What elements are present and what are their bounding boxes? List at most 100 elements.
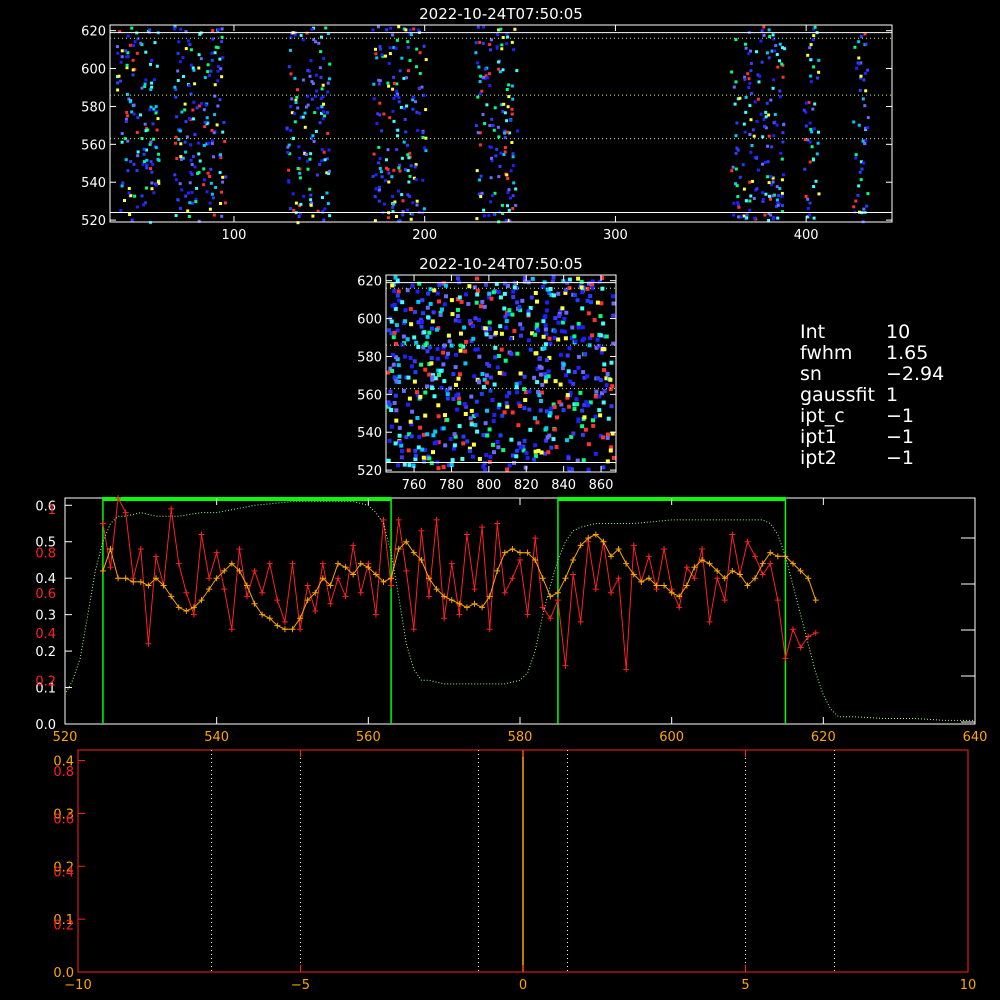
image-pixel <box>318 121 322 125</box>
image-pixel <box>442 302 447 307</box>
image-pixel <box>753 216 757 220</box>
image-pixel <box>748 208 752 212</box>
image-pixel <box>750 144 754 147</box>
data-point-marker <box>175 604 182 611</box>
image-pixel <box>397 425 402 430</box>
image-pixel <box>132 44 136 48</box>
image-pixel <box>511 152 515 156</box>
image-pixel <box>309 59 313 63</box>
image-pixel <box>130 218 134 222</box>
image-pixel <box>523 398 528 402</box>
image-pixel <box>392 119 396 123</box>
image-pixel <box>412 335 417 340</box>
image-pixel <box>544 358 549 363</box>
image-pixel <box>310 27 314 31</box>
image-pixel <box>403 168 407 172</box>
image-pixel <box>186 209 190 213</box>
image-pixel <box>193 133 197 136</box>
image-pixel <box>454 382 458 387</box>
image-pixel <box>149 167 152 171</box>
image-pixel <box>413 310 417 315</box>
image-pixel <box>408 174 412 178</box>
image-pixel <box>378 47 382 51</box>
image-pixel <box>862 207 866 211</box>
image-pixel <box>770 145 774 149</box>
image-pixel <box>144 129 148 133</box>
image-pixel <box>216 28 220 32</box>
image-pixel <box>405 104 409 108</box>
image-pixel <box>424 108 428 112</box>
image-pixel <box>432 288 437 293</box>
data-point-marker <box>213 549 220 556</box>
image-pixel <box>156 180 160 184</box>
image-pixel <box>143 122 147 126</box>
image-pixel <box>547 433 552 438</box>
image-pixel <box>488 334 493 339</box>
image-pixel <box>775 198 779 202</box>
image-pixel <box>809 74 813 78</box>
x-tick-label: 10 <box>960 978 977 993</box>
x-tick-label: 860 <box>589 478 614 493</box>
image-pixel <box>543 327 548 332</box>
image-pixel <box>528 347 533 352</box>
image-pixel <box>422 330 427 335</box>
image-pixel <box>149 160 153 164</box>
image-pixel <box>751 128 755 132</box>
image-pixel <box>806 206 810 210</box>
image-pixel <box>208 74 211 77</box>
image-pixel <box>415 47 419 51</box>
image-pixel <box>145 166 149 170</box>
image-pixel <box>730 169 734 173</box>
image-pixel <box>556 320 561 325</box>
image-pixel <box>452 443 457 448</box>
image-pixel <box>804 124 808 128</box>
image-pixel <box>402 462 407 467</box>
image-pixel <box>514 187 518 191</box>
image-pixel <box>431 310 436 315</box>
image-pixel <box>395 215 398 218</box>
image-pixel <box>392 168 396 172</box>
data-point-marker <box>304 582 311 589</box>
y-tick-label: 540 <box>81 176 106 191</box>
image-pixel <box>392 330 397 335</box>
image-pixel <box>504 325 509 330</box>
image-pixel <box>574 397 579 402</box>
image-pixel <box>416 345 421 349</box>
image-pixel <box>769 213 773 217</box>
y-tick-label-red: 0.6 <box>35 587 56 602</box>
image-pixel <box>749 194 753 198</box>
image-pixel <box>380 53 384 57</box>
image-pixel <box>210 58 214 62</box>
image-pixel <box>129 194 133 198</box>
image-pixel <box>412 95 415 99</box>
data-point-marker <box>183 589 190 596</box>
image-pixel <box>601 347 605 352</box>
image-pixel <box>145 186 148 190</box>
info-row-ipt1: ipt1 −1 <box>800 426 915 448</box>
image-pixel <box>609 360 614 365</box>
image-pixel <box>392 75 396 79</box>
image-pixel <box>779 151 783 155</box>
image-pixel <box>421 432 426 437</box>
image-pixel <box>479 174 483 178</box>
image-pixel <box>400 300 405 305</box>
image-pixel <box>446 333 451 338</box>
image-pixel <box>205 190 209 194</box>
info-row-sn: sn −2.94 <box>800 363 945 385</box>
image-pixel <box>496 354 501 358</box>
image-pixel <box>418 51 422 55</box>
data-point-marker <box>623 666 630 673</box>
image-pixel <box>449 298 454 303</box>
image-pixel <box>405 337 410 342</box>
image-pixel <box>505 42 509 46</box>
image-pixel <box>543 379 548 384</box>
image-pixel <box>309 203 313 207</box>
image-pixel <box>516 423 521 428</box>
image-pixel <box>549 445 554 450</box>
image-pixel <box>372 152 376 156</box>
image-pixel <box>857 40 861 44</box>
image-pixel <box>535 322 540 327</box>
image-pixel <box>548 287 553 291</box>
image-pixel <box>738 96 742 100</box>
data-point-marker <box>228 626 235 633</box>
